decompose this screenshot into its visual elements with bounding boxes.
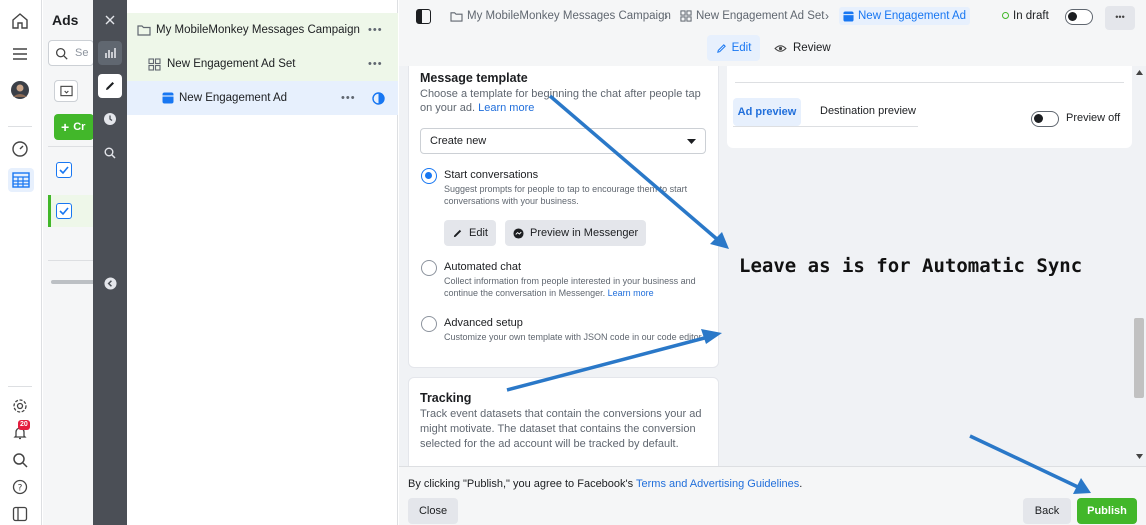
arrow-to-text-2	[506, 329, 722, 392]
arrow-to-publish	[969, 434, 1091, 494]
arrow-to-text-1	[548, 94, 729, 249]
annotation-arrows	[506, 94, 1091, 494]
